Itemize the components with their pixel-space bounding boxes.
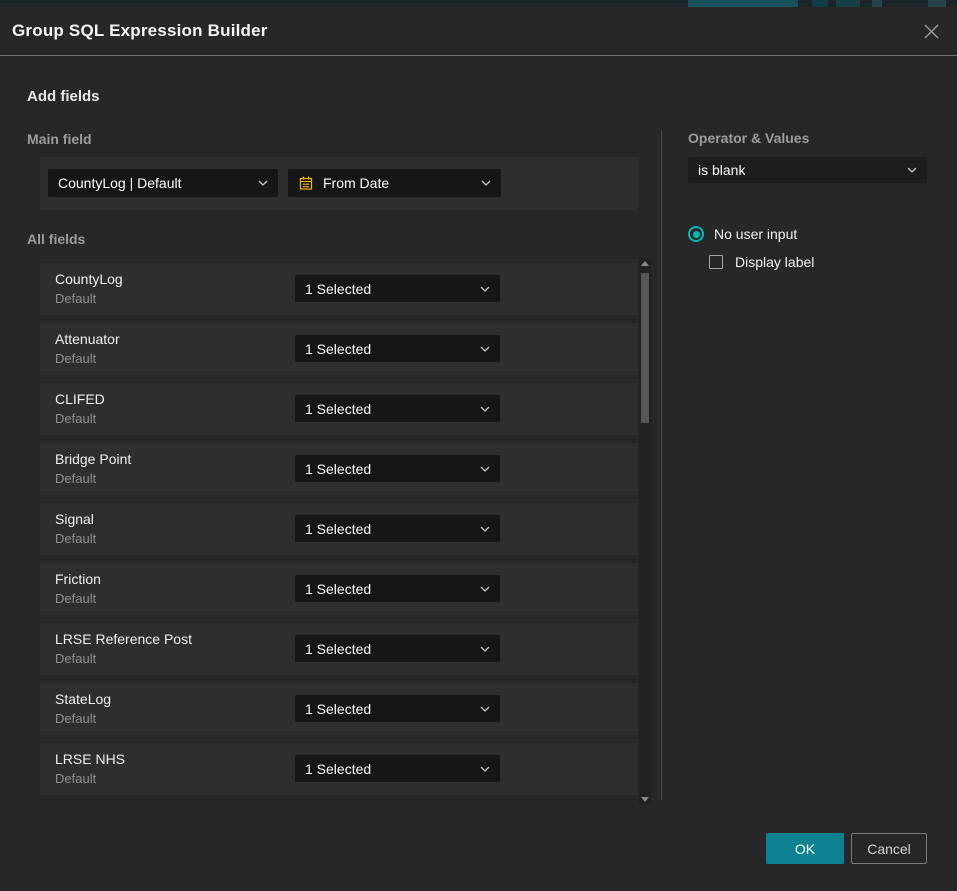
field-selection-value: 1 Selected (305, 281, 371, 297)
operator-values-heading: Operator & Values (688, 130, 809, 146)
no-user-input-label: No user input (714, 226, 797, 242)
group-sql-expression-builder-dialog: Group SQL Expression Builder Add fields … (0, 7, 957, 891)
field-selection-dropdown[interactable]: 1 Selected (295, 275, 500, 302)
radio-selected-icon (688, 226, 704, 242)
field-row: LRSE NHS Default 1 Selected (40, 743, 638, 795)
main-field-field-value: From Date (323, 175, 389, 191)
chevron-down-icon (480, 646, 490, 652)
close-icon (923, 23, 940, 40)
field-selection-dropdown[interactable]: 1 Selected (295, 335, 500, 362)
background-app-fragment (836, 0, 860, 7)
main-field-panel: CountyLog | Default From Date (40, 157, 638, 210)
field-selection-value: 1 Selected (305, 761, 371, 777)
field-name: Friction (55, 571, 101, 587)
cancel-button[interactable]: Cancel (851, 833, 927, 864)
scrollbar[interactable] (639, 258, 651, 805)
all-fields-label: All fields (27, 231, 85, 247)
vertical-divider (661, 130, 662, 800)
chevron-down-icon (480, 526, 490, 532)
chevron-down-icon (480, 346, 490, 352)
field-selection-dropdown[interactable]: 1 Selected (295, 515, 500, 542)
field-selection-value: 1 Selected (305, 401, 371, 417)
field-subtitle: Default (55, 591, 96, 606)
field-selection-dropdown[interactable]: 1 Selected (295, 575, 500, 602)
chevron-down-icon (481, 180, 491, 186)
display-label-checkbox[interactable]: Display label (709, 254, 814, 270)
chevron-down-icon (480, 406, 490, 412)
field-name: Signal (55, 511, 94, 527)
operator-value: is blank (698, 162, 745, 178)
main-field-layer-dropdown[interactable]: CountyLog | Default (48, 169, 278, 197)
field-subtitle: Default (55, 351, 96, 366)
chevron-down-icon (480, 586, 490, 592)
field-row: Signal Default 1 Selected (40, 503, 638, 555)
field-row: Bridge Point Default 1 Selected (40, 443, 638, 495)
field-name: StateLog (55, 691, 111, 707)
field-row: Attenuator Default 1 Selected (40, 323, 638, 375)
field-subtitle: Default (55, 771, 96, 786)
display-label-label: Display label (735, 254, 814, 270)
field-selection-value: 1 Selected (305, 521, 371, 537)
field-name: Bridge Point (55, 451, 131, 467)
screen: Group SQL Expression Builder Add fields … (0, 0, 957, 891)
main-field-layer-value: CountyLog | Default (58, 175, 182, 191)
main-field-field-dropdown[interactable]: From Date (288, 169, 501, 197)
chevron-down-icon (480, 766, 490, 772)
chevron-down-icon (480, 286, 490, 292)
field-selection-value: 1 Selected (305, 641, 371, 657)
background-app-fragment (928, 0, 946, 7)
no-user-input-radio[interactable]: No user input (688, 226, 797, 242)
calendar-date-icon (298, 175, 314, 191)
background-app-strip (0, 0, 957, 7)
background-app-fragment (688, 0, 798, 7)
close-button[interactable] (921, 21, 941, 41)
scrollbar-down-arrow-icon[interactable] (641, 797, 649, 802)
chevron-down-icon (480, 706, 490, 712)
field-selection-value: 1 Selected (305, 461, 371, 477)
dialog-title: Group SQL Expression Builder (12, 21, 268, 41)
field-selection-dropdown[interactable]: 1 Selected (295, 695, 500, 722)
field-subtitle: Default (55, 711, 96, 726)
field-subtitle: Default (55, 411, 96, 426)
field-selection-dropdown[interactable]: 1 Selected (295, 635, 500, 662)
all-fields-list: CountyLog Default 1 Selected Attenuator … (40, 263, 638, 803)
field-row: CLIFED Default 1 Selected (40, 383, 638, 435)
field-subtitle: Default (55, 651, 96, 666)
field-row: LRSE Reference Post Default 1 Selected (40, 623, 638, 675)
chevron-down-icon (480, 466, 490, 472)
operator-dropdown[interactable]: is blank (688, 157, 927, 183)
background-app-fragment (812, 0, 828, 7)
field-subtitle: Default (55, 531, 96, 546)
field-selection-dropdown[interactable]: 1 Selected (295, 395, 500, 422)
field-row: CountyLog Default 1 Selected (40, 263, 638, 315)
field-selection-value: 1 Selected (305, 701, 371, 717)
field-name: LRSE Reference Post (55, 631, 192, 647)
field-name: CountyLog (55, 271, 123, 287)
field-selection-dropdown[interactable]: 1 Selected (295, 455, 500, 482)
main-field-label: Main field (27, 131, 92, 147)
field-subtitle: Default (55, 471, 96, 486)
field-name: Attenuator (55, 331, 120, 347)
ok-button[interactable]: OK (766, 833, 844, 864)
field-row: StateLog Default 1 Selected (40, 683, 638, 735)
field-selection-value: 1 Selected (305, 341, 371, 357)
field-selection-dropdown[interactable]: 1 Selected (295, 755, 500, 782)
scrollbar-up-arrow-icon[interactable] (641, 261, 649, 266)
field-row: Friction Default 1 Selected (40, 563, 638, 615)
dialog-header: Group SQL Expression Builder (0, 7, 957, 56)
chevron-down-icon (907, 167, 917, 173)
field-name: CLIFED (55, 391, 105, 407)
chevron-down-icon (258, 180, 268, 186)
scrollbar-thumb[interactable] (641, 273, 649, 423)
add-fields-heading: Add fields (27, 88, 100, 105)
field-subtitle: Default (55, 291, 96, 306)
field-selection-value: 1 Selected (305, 581, 371, 597)
field-name: LRSE NHS (55, 751, 125, 767)
background-app-fragment (872, 0, 882, 7)
checkbox-unchecked-icon (709, 255, 723, 269)
